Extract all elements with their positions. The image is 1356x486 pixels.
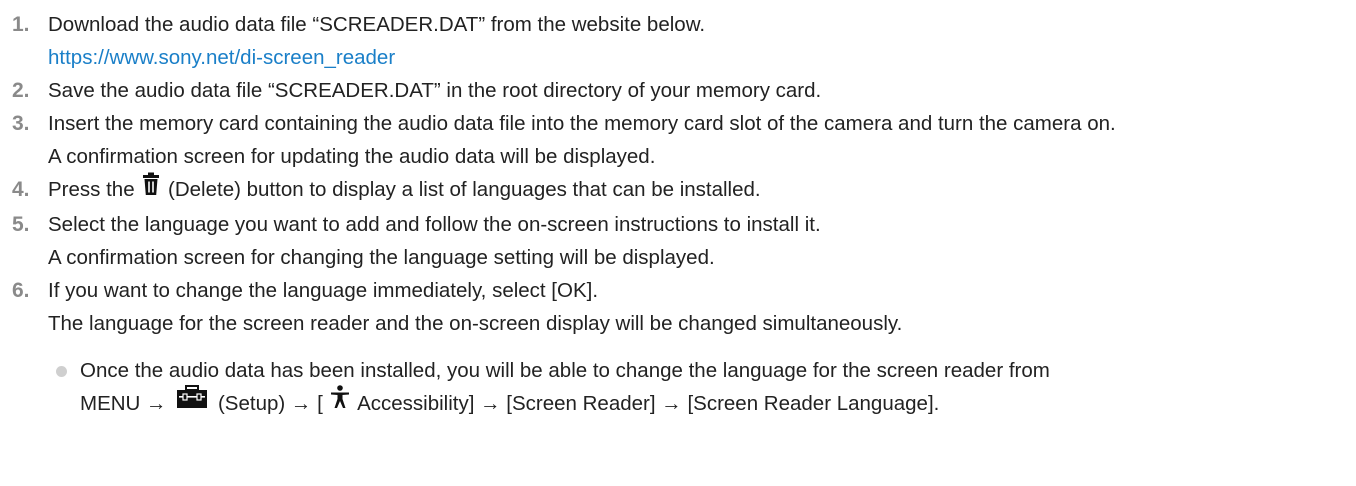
bullet-icon <box>56 365 67 377</box>
setup-label: (Setup) → [ <box>217 391 323 415</box>
note-text: Once the audio data has been installed, … <box>80 358 1050 382</box>
step-number: 1. <box>12 13 30 36</box>
step-text: If you want to change the language immed… <box>48 278 599 302</box>
step-number: 6. <box>12 278 30 302</box>
step-number: 2. <box>12 79 30 102</box>
step-number: 5. <box>12 212 30 236</box>
step-4: 4. Press the (Delete) button to display … <box>8 172 1356 208</box>
step-subtext: A confirmation screen for changing the l… <box>48 245 715 269</box>
step-5: 5. Select the language you want to add a… <box>8 208 1356 274</box>
step-text-before: Press the <box>48 178 135 201</box>
step-2: 2. Save the audio data file “SCREADER.DA… <box>8 74 1356 107</box>
step-number: 4. <box>12 178 30 201</box>
screen-reader-download-link[interactable]: https://www.sony.net/di-screen_reader <box>48 46 395 69</box>
step-3: 3. Insert the memory card containing the… <box>8 107 1356 173</box>
instruction-list: 1. Download the audio data file “SCREADE… <box>0 0 1356 421</box>
delete-trash-icon <box>140 172 162 206</box>
accessibility-person-icon <box>330 385 350 419</box>
step-text-after: (Delete) button to display a list of lan… <box>168 178 761 201</box>
step-6: 6. If you want to change the language im… <box>8 274 1356 340</box>
step-text: Download the audio data file “SCREADER.D… <box>48 13 706 36</box>
toolbox-setup-icon <box>176 385 208 419</box>
step-subtext: A confirmation screen for updating the a… <box>48 145 656 168</box>
step-text: Save the audio data file “SCREADER.DAT” … <box>48 79 822 102</box>
note-item: Once the audio data has been installed, … <box>8 354 1356 422</box>
step-text: Insert the memory card containing the au… <box>48 112 1116 135</box>
step-subtext: The language for the screen reader and t… <box>48 311 903 335</box>
accessibility-path: Accessibility] → [Screen Reader] → [Scre… <box>357 391 940 415</box>
step-text: Select the language you want to add and … <box>48 212 821 236</box>
menu-label: MENU → <box>80 391 167 415</box>
step-1: 1. Download the audio data file “SCREADE… <box>8 8 1356 74</box>
step-number: 3. <box>12 112 30 135</box>
